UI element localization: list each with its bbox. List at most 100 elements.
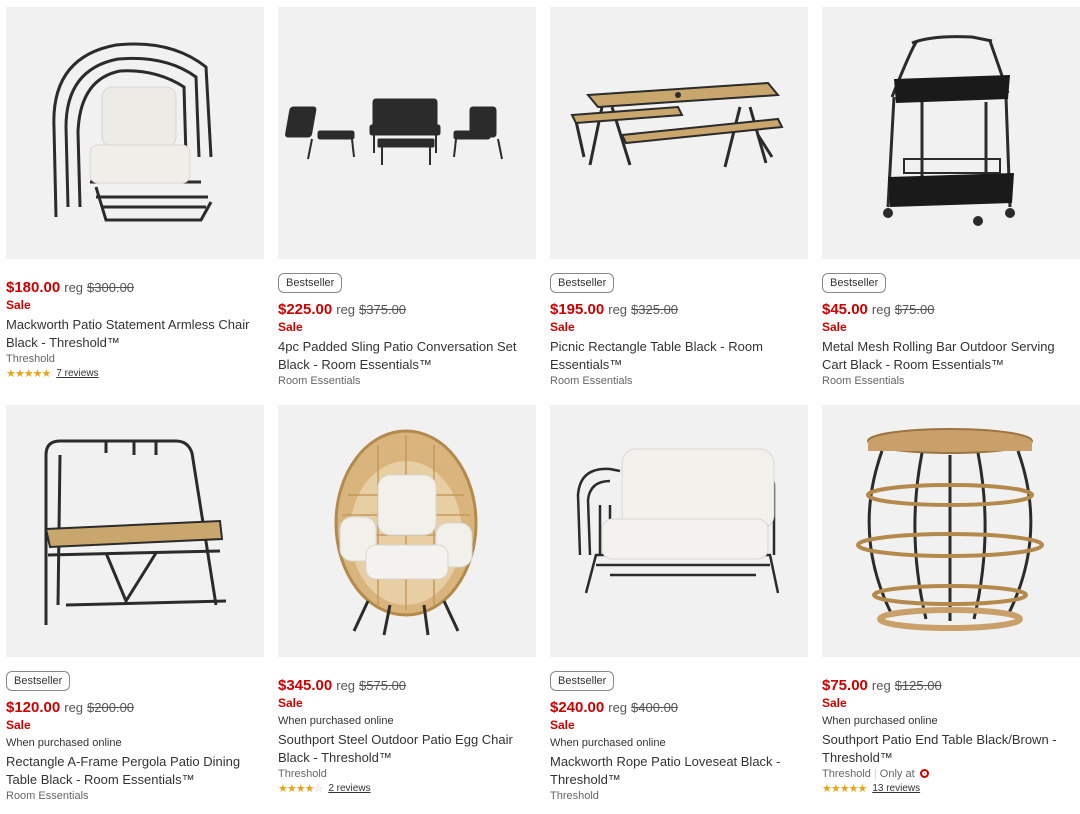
online-note: When purchased online bbox=[822, 715, 938, 727]
reg-price: $575.00 bbox=[359, 678, 407, 693]
product-card[interactable]: Bestseller $120.00 reg $200.00 Sale When… bbox=[6, 405, 264, 802]
price-row: $75.00 reg $125.00 bbox=[822, 677, 1080, 694]
bestseller-badge: Bestseller bbox=[550, 273, 615, 293]
product-image[interactable] bbox=[278, 7, 536, 259]
sale-label: Sale bbox=[550, 718, 575, 732]
product-card[interactable]: $345.00 reg $575.00 Sale When purchased … bbox=[278, 405, 536, 795]
product-image[interactable] bbox=[822, 405, 1080, 657]
product-title[interactable]: Metal Mesh Rolling Bar Outdoor Serving C… bbox=[822, 338, 1080, 374]
product-title-line[interactable]: Threshold™ bbox=[822, 749, 1080, 767]
product-image[interactable] bbox=[822, 7, 1080, 259]
reg-price: $75.00 bbox=[894, 302, 935, 317]
product-image[interactable] bbox=[550, 7, 808, 259]
reg-price: $325.00 bbox=[631, 302, 679, 317]
product-image[interactable] bbox=[550, 405, 808, 657]
reviews-link[interactable]: 7 reviews bbox=[56, 368, 98, 379]
reg-label: reg bbox=[336, 678, 356, 693]
only-at-label: Only at bbox=[879, 768, 915, 780]
product-card[interactable]: $180.00 reg $300.00 Sale Mackworth Patio… bbox=[6, 7, 264, 380]
reg-price: $375.00 bbox=[359, 302, 407, 317]
price-row: $180.00 reg $300.00 bbox=[6, 279, 264, 296]
online-note: When purchased online bbox=[278, 715, 394, 727]
conversation-set-image bbox=[285, 98, 503, 165]
sale-price: $345.00 bbox=[278, 677, 333, 694]
sale-price: $75.00 bbox=[822, 677, 868, 694]
reg-label: reg bbox=[64, 280, 84, 295]
product-title-line[interactable]: Rectangle A-Frame Pergola Patio Dining bbox=[6, 753, 264, 771]
star-rating-icon: ★★★★☆ bbox=[278, 783, 323, 795]
product-card[interactable]: Bestseller $240.00 reg $400.00 Sale When… bbox=[550, 405, 808, 802]
bestseller-badge: Bestseller bbox=[6, 671, 71, 691]
price-row: $225.00 reg $375.00 bbox=[278, 301, 536, 318]
product-card[interactable]: $75.00 reg $125.00 Sale When purchased o… bbox=[822, 405, 1080, 795]
product-title[interactable]: Mackworth Patio Statement Armless Chair … bbox=[6, 316, 264, 352]
sale-label: Sale bbox=[278, 320, 303, 334]
product-card[interactable]: Bestseller $45.00 reg $75.00 Sale Metal … bbox=[822, 7, 1080, 387]
bestseller-badge: Bestseller bbox=[822, 273, 887, 293]
statement-chair-image bbox=[52, 42, 213, 222]
product-title-line[interactable]: Southport Patio End Table Black/Brown - bbox=[822, 731, 1080, 749]
brand-name: Room Essentials bbox=[822, 375, 905, 387]
product-image[interactable] bbox=[6, 405, 264, 657]
rating[interactable]: ★★★★★ 7 reviews bbox=[6, 367, 264, 380]
product-title-line[interactable]: Black - Room Essentials™ bbox=[278, 356, 536, 374]
sale-price: $45.00 bbox=[822, 301, 868, 318]
price-row: $45.00 reg $75.00 bbox=[822, 301, 1080, 318]
product-title-line[interactable]: Essentials™ bbox=[550, 356, 808, 374]
sale-label: Sale bbox=[6, 718, 31, 732]
product-card[interactable]: Bestseller $225.00 reg $375.00 Sale 4pc … bbox=[278, 7, 536, 387]
product-title[interactable]: Southport Patio End Table Black/Brown - … bbox=[822, 731, 1080, 767]
product-title-line[interactable]: Picnic Rectangle Table Black - Room bbox=[550, 338, 808, 356]
bar-cart-image bbox=[883, 35, 1015, 226]
brand-name: Threshold bbox=[278, 768, 327, 780]
brand-name: Threshold bbox=[822, 768, 871, 780]
rating[interactable]: ★★★★★ 13 reviews bbox=[822, 782, 1080, 795]
product-image[interactable] bbox=[278, 405, 536, 657]
reg-label: reg bbox=[608, 700, 628, 715]
rating[interactable]: ★★★★☆ 2 reviews bbox=[278, 782, 536, 795]
star-rating-icon: ★★★★★ bbox=[6, 368, 51, 380]
reg-label: reg bbox=[871, 302, 891, 317]
product-title-line[interactable]: Metal Mesh Rolling Bar Outdoor Serving bbox=[822, 338, 1080, 356]
price-row: $120.00 reg $200.00 bbox=[6, 699, 264, 716]
sale-label: Sale bbox=[6, 298, 31, 312]
reg-label: reg bbox=[336, 302, 356, 317]
sale-price: $120.00 bbox=[6, 699, 61, 716]
bestseller-badge: Bestseller bbox=[550, 671, 615, 691]
brand-name: Threshold bbox=[550, 790, 599, 802]
product-title[interactable]: Mackworth Rope Patio Loveseat Black - Th… bbox=[550, 753, 808, 789]
product-title-line[interactable]: Table Black - Room Essentials™ bbox=[6, 771, 264, 789]
reviews-link[interactable]: 13 reviews bbox=[872, 783, 920, 794]
reg-label: reg bbox=[608, 302, 628, 317]
sale-label: Sale bbox=[822, 320, 847, 334]
product-title-line[interactable]: Southport Steel Outdoor Patio Egg Chair bbox=[278, 731, 536, 749]
price-row: $240.00 reg $400.00 bbox=[550, 699, 808, 716]
product-image[interactable] bbox=[6, 7, 264, 259]
sale-label: Sale bbox=[550, 320, 575, 334]
product-title-line[interactable]: Cart Black - Room Essentials™ bbox=[822, 356, 1080, 374]
sale-label: Sale bbox=[822, 696, 847, 710]
product-title-line[interactable]: Threshold™ bbox=[550, 771, 808, 789]
product-title-line[interactable]: Mackworth Rope Patio Loveseat Black - bbox=[550, 753, 808, 771]
reviews-link[interactable]: 2 reviews bbox=[328, 783, 370, 794]
product-title-line[interactable]: Black - Threshold™ bbox=[6, 334, 264, 352]
product-title[interactable]: 4pc Padded Sling Patio Conversation Set … bbox=[278, 338, 536, 374]
pergola-table-image bbox=[44, 439, 227, 625]
brand-name: Room Essentials bbox=[278, 375, 361, 387]
sale-price: $240.00 bbox=[550, 699, 605, 716]
product-title-line[interactable]: Mackworth Patio Statement Armless Chair bbox=[6, 316, 264, 334]
price-row: $195.00 reg $325.00 bbox=[550, 301, 808, 318]
product-title-line[interactable]: 4pc Padded Sling Patio Conversation Set bbox=[278, 338, 536, 356]
sale-price: $225.00 bbox=[278, 301, 333, 318]
end-table-image bbox=[856, 428, 1044, 631]
online-note: When purchased online bbox=[550, 737, 666, 749]
sale-label: Sale bbox=[278, 696, 303, 710]
product-title[interactable]: Southport Steel Outdoor Patio Egg Chair … bbox=[278, 731, 536, 767]
picnic-table-image bbox=[570, 81, 784, 168]
reg-price: $200.00 bbox=[87, 700, 135, 715]
product-title[interactable]: Rectangle A-Frame Pergola Patio Dining T… bbox=[6, 753, 264, 789]
product-title-line[interactable]: Black - Threshold™ bbox=[278, 749, 536, 767]
product-card[interactable]: Bestseller $195.00 reg $325.00 Sale Picn… bbox=[550, 7, 808, 387]
reg-label: reg bbox=[64, 700, 84, 715]
product-title[interactable]: Picnic Rectangle Table Black - Room Esse… bbox=[550, 338, 808, 374]
